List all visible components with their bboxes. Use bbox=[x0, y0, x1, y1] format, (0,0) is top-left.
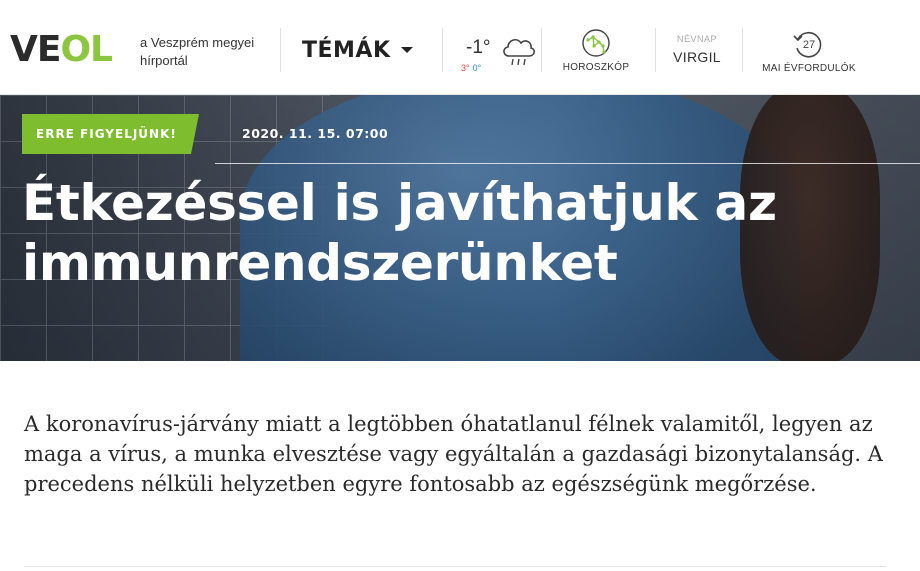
article-title: Étkezéssel is javíthatjuk az immunrendsz… bbox=[22, 173, 902, 293]
constellation-icon bbox=[582, 29, 610, 57]
weather-min: 0° bbox=[472, 63, 482, 73]
temak-menu-button[interactable]: TÉMÁK bbox=[302, 34, 413, 66]
weather-max: 3° bbox=[461, 63, 470, 73]
header-divider bbox=[541, 28, 542, 72]
logo-ve: VE bbox=[10, 29, 61, 70]
tagline-line1: a Veszprém megyei bbox=[140, 35, 255, 50]
horoscope-link[interactable]: HOROSZKÓP bbox=[556, 28, 636, 78]
site-tagline: a Veszprém megyei hírportál bbox=[140, 34, 254, 70]
weather-temp: -1° bbox=[466, 37, 491, 58]
cloud-rain-icon bbox=[503, 38, 535, 66]
veol-logo[interactable]: VEOL bbox=[10, 29, 113, 70]
header-divider bbox=[442, 28, 443, 72]
header-divider bbox=[655, 28, 656, 72]
nameday-name: VIRGIL bbox=[673, 49, 721, 65]
article-lead: A koronavírus-járvány miatt a legtöbben … bbox=[24, 412, 883, 496]
anniversaries-count: 27 bbox=[803, 39, 815, 51]
anniversaries-label: MAI ÉVFORDULÓK bbox=[762, 63, 856, 74]
article-hero: ERRE FIGYELJÜNK! 2020. 11. 15. 07:00 Étk… bbox=[0, 95, 920, 361]
anniversaries-link[interactable]: 27 MAI ÉVFORDULÓK bbox=[756, 28, 862, 78]
caret-down-icon bbox=[400, 47, 413, 53]
temak-label: TÉMÁK bbox=[302, 37, 391, 63]
article-title-line1: Étkezéssel is javíthatjuk az bbox=[22, 174, 777, 232]
history-clock-icon: 27 bbox=[793, 32, 822, 58]
nameday-widget[interactable]: NÉVNAP VIRGIL bbox=[662, 28, 732, 78]
logo-ol: OL bbox=[60, 29, 113, 70]
hero-divider bbox=[215, 163, 920, 164]
article-date: 2020. 11. 15. 07:00 bbox=[242, 126, 389, 141]
content-divider bbox=[24, 566, 886, 567]
category-badge-label: ERRE FIGYELJÜNK! bbox=[36, 127, 177, 141]
header-divider bbox=[280, 28, 281, 72]
weather-widget[interactable]: -1° 3° 0° bbox=[458, 30, 540, 76]
horoscope-label: HOROSZKÓP bbox=[562, 62, 630, 73]
site-header: VEOL a Veszprém megyei hírportál TÉMÁK -… bbox=[0, 0, 920, 95]
weather-minmax: 3° 0° bbox=[461, 63, 481, 73]
header-divider bbox=[742, 28, 743, 72]
nameday-caption: NÉVNAP bbox=[676, 34, 717, 44]
category-badge[interactable]: ERRE FIGYELJÜNK! bbox=[22, 114, 199, 154]
tagline-line2: hírportál bbox=[140, 53, 188, 68]
article-title-line2: immunrendszerünket bbox=[22, 234, 618, 292]
